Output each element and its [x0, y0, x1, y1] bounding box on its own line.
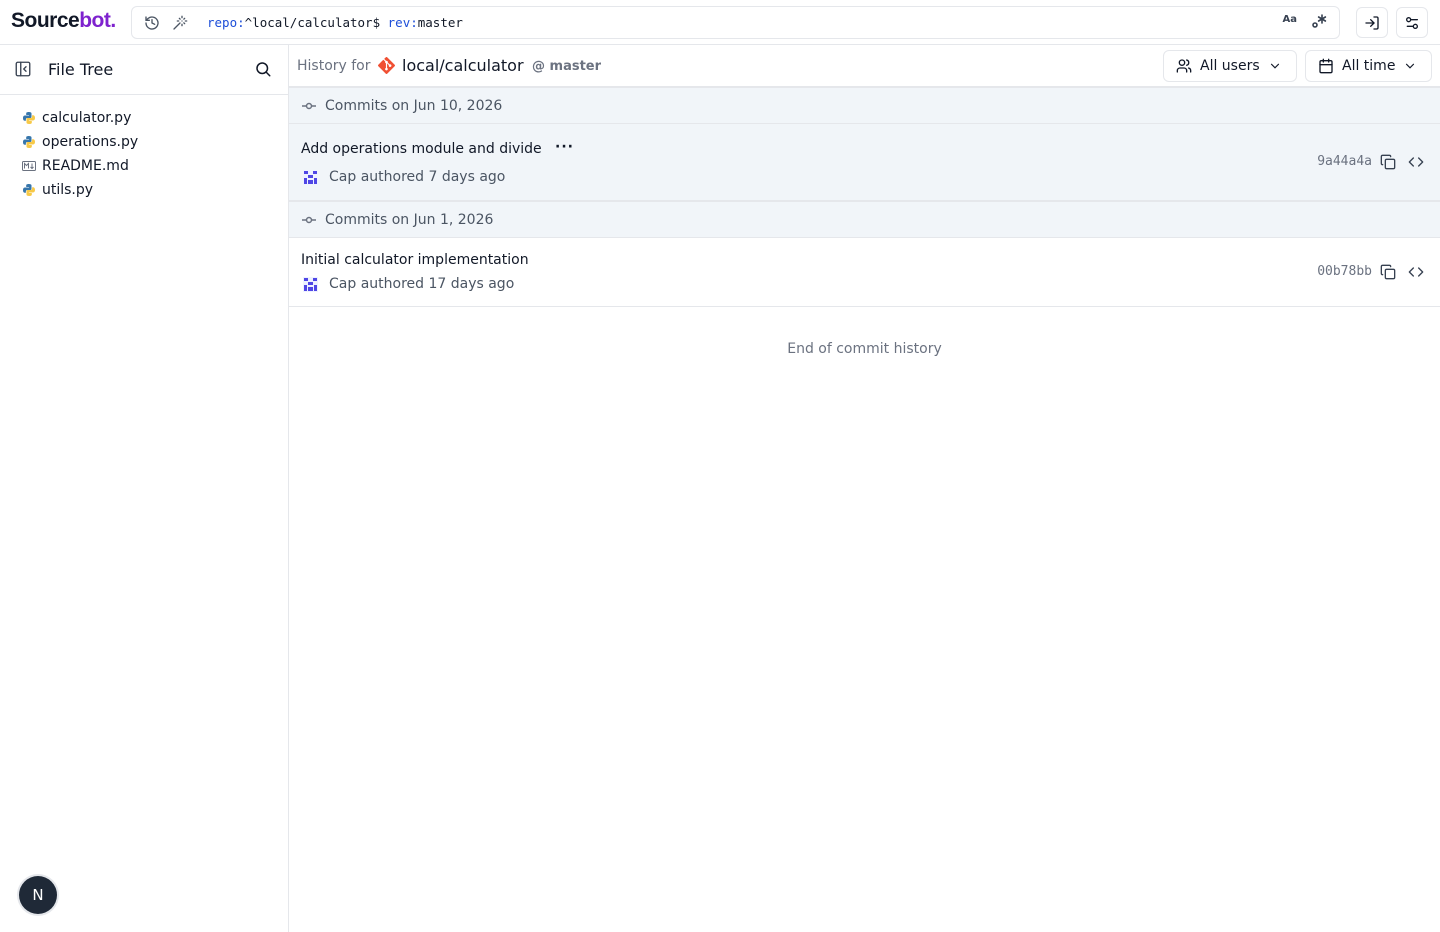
- commit-author: Cap authored 17 days ago: [303, 276, 514, 292]
- case-sensitive-toggle[interactable]: Aa: [1283, 14, 1298, 25]
- commit-group-header: Commits on Jun 1, 2026: [289, 201, 1440, 238]
- commit-sha[interactable]: 9a44a4a: [1317, 154, 1372, 169]
- file-tree-sidebar: File Tree calculator.py operations.py RE…: [0, 45, 289, 932]
- user-avatar-button[interactable]: N: [19, 876, 57, 914]
- commit-message[interactable]: Initial calculator implementation: [301, 252, 529, 268]
- chevron-down-icon: [1270, 63, 1279, 69]
- commit-row[interactable]: Initial calculator implementation Cap au…: [289, 238, 1440, 307]
- file-item-readme[interactable]: README.md: [22, 154, 138, 178]
- collapse-sidebar-icon[interactable]: [14, 60, 34, 80]
- search-icon[interactable]: [254, 60, 274, 80]
- end-of-history-label: End of commit history: [787, 341, 942, 357]
- magic-wand-icon[interactable]: [170, 13, 190, 33]
- browse-code-icon[interactable]: [1407, 154, 1425, 170]
- search-query[interactable]: repo:^local/calculator$ rev:master: [207, 15, 463, 30]
- file-item-utils[interactable]: utils.py: [22, 178, 138, 202]
- chevron-down-icon: [1406, 63, 1415, 69]
- commit-sha[interactable]: 00b78bb: [1317, 264, 1372, 279]
- python-icon: [22, 183, 36, 197]
- python-icon: [22, 111, 36, 125]
- commit-author: Cap authored 7 days ago: [303, 169, 505, 185]
- users-filter-dropdown[interactable]: All users: [1163, 50, 1297, 82]
- top-bar: Sourcebot. repo:^local/calculator$ rev:m…: [0, 0, 1440, 45]
- history-icon[interactable]: [142, 13, 162, 33]
- settings-button[interactable]: [1396, 7, 1428, 38]
- repo-name[interactable]: local/calculator: [402, 56, 524, 75]
- git-commit-icon: [302, 100, 316, 116]
- file-list: calculator.py operations.py README.md ut…: [22, 106, 138, 202]
- sourcebot-logo[interactable]: Sourcebot.: [11, 9, 116, 33]
- regex-toggle-icon[interactable]: [1311, 12, 1327, 34]
- commit-group-header: Commits on Jun 10, 2026: [289, 87, 1440, 124]
- time-filter-dropdown[interactable]: All time: [1305, 50, 1432, 82]
- git-icon: [378, 57, 396, 75]
- expand-message-button[interactable]: ···: [555, 139, 574, 155]
- markdown-icon: [22, 159, 36, 173]
- git-commit-icon: [302, 214, 316, 230]
- history-for-label: History for: [297, 58, 371, 74]
- file-item-operations[interactable]: operations.py: [22, 130, 138, 154]
- file-tree-header: File Tree: [0, 45, 288, 95]
- calendar-icon: [1319, 58, 1333, 74]
- branch-name: @ master: [532, 59, 602, 74]
- commit-message[interactable]: Add operations module and divide: [301, 141, 542, 157]
- settings-sliders-icon: [1406, 16, 1418, 29]
- commit-history-panel: History for local/calculator @ master Al…: [289, 45, 1440, 932]
- file-item-calculator[interactable]: calculator.py: [22, 106, 138, 130]
- sign-in-button[interactable]: [1356, 7, 1388, 38]
- search-bar[interactable]: repo:^local/calculator$ rev:master Aa: [131, 6, 1340, 39]
- copy-icon[interactable]: [1380, 154, 1396, 170]
- file-tree-title: File Tree: [48, 60, 114, 79]
- history-header: History for local/calculator @ master Al…: [289, 45, 1440, 87]
- author-avatar: [303, 276, 318, 292]
- sign-in-icon: [1365, 15, 1379, 30]
- browse-code-icon[interactable]: [1407, 264, 1425, 280]
- users-icon: [1176, 59, 1192, 73]
- author-avatar: [303, 169, 318, 185]
- commit-row[interactable]: Add operations module and divide ··· Cap…: [289, 124, 1440, 201]
- copy-icon[interactable]: [1380, 264, 1396, 280]
- python-icon: [22, 135, 36, 149]
